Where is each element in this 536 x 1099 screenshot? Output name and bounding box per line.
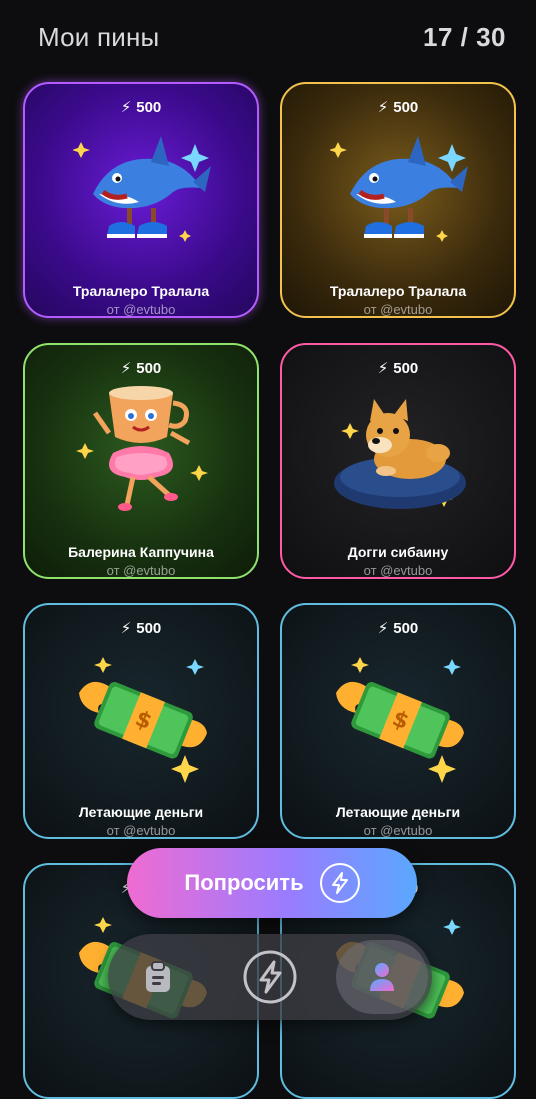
pin-author: от @evtubo bbox=[106, 563, 176, 578]
pin-name: Летающие деньги bbox=[78, 804, 204, 820]
pin-cost: ⚡500 bbox=[282, 98, 514, 116]
pin-cost-value: 500 bbox=[136, 620, 162, 637]
pin-author: от @evtubo bbox=[363, 302, 433, 317]
pin-cost: ⚡500 bbox=[25, 359, 257, 377]
nav-item-tasks[interactable] bbox=[112, 940, 204, 1014]
shark-icon bbox=[330, 136, 468, 242]
pin-name: Догги сибаину bbox=[347, 544, 449, 560]
pin-name: Тралалеро Тралала bbox=[329, 283, 467, 299]
nav-item-lightning[interactable] bbox=[224, 940, 316, 1014]
pin-card[interactable]: ⚡ 500 Догги сибаину от @evtubo bbox=[280, 343, 516, 579]
pin-card[interactable]: ⚡ 500 Тралалеро Тралала от @evtubo bbox=[280, 82, 516, 318]
pin-cost: ⚡500 bbox=[282, 619, 514, 637]
shiba-dog-icon bbox=[334, 399, 466, 509]
pin-card[interactable]: ⚡ 500 $ Летающие деньги от @evtubo bbox=[23, 603, 259, 839]
pin-cost: ⚡500 bbox=[25, 98, 257, 116]
flying-money-icon: $ bbox=[336, 657, 464, 783]
pin-name: Летающие деньги bbox=[335, 804, 461, 820]
pin-cost: ⚡500 bbox=[25, 619, 257, 637]
flying-money-icon: $ bbox=[79, 657, 207, 783]
ballerina-cup-icon bbox=[76, 386, 208, 511]
lightning-icon: ⚡ bbox=[377, 620, 389, 637]
pin-author: от @evtubo bbox=[363, 563, 433, 578]
ask-button-label: Попросить bbox=[184, 870, 304, 895]
pin-cost-value: 500 bbox=[136, 99, 162, 116]
pin-cost-value: 500 bbox=[393, 360, 419, 377]
lightning-icon: ⚡ bbox=[377, 360, 389, 377]
shark-icon bbox=[73, 136, 211, 242]
pin-cost-value: 500 bbox=[393, 620, 419, 637]
clipboard-icon bbox=[146, 961, 170, 992]
pin-author: от @evtubo bbox=[363, 823, 433, 838]
user-icon bbox=[370, 963, 394, 991]
pin-cost-value: 500 bbox=[136, 360, 162, 377]
pin-card[interactable]: ⚡ 500 $ Летающие деньги от @evtubo bbox=[280, 603, 516, 839]
pin-name: Тралалеро Тралала bbox=[72, 283, 210, 299]
lightning-icon: ⚡ bbox=[120, 620, 132, 637]
nav-item-profile[interactable] bbox=[336, 940, 428, 1014]
lightning-icon bbox=[319, 863, 360, 903]
bottom-nav bbox=[108, 934, 432, 1020]
pin-name: Балерина Каппучина bbox=[68, 544, 214, 560]
lightning-icon: ⚡ bbox=[377, 99, 389, 116]
pin-cost: ⚡500 bbox=[282, 359, 514, 377]
lightning-icon: ⚡ bbox=[120, 360, 132, 377]
pin-cost-value: 500 bbox=[393, 99, 419, 116]
pin-card[interactable]: ⚡ 500 Тралалеро Тралала от @evtubo bbox=[23, 82, 259, 318]
pin-author: от @evtubo bbox=[106, 823, 176, 838]
lightning-icon: ⚡ bbox=[120, 99, 132, 116]
ask-button[interactable]: Попросить bbox=[127, 848, 417, 918]
pin-author: от @evtubo bbox=[106, 302, 176, 317]
lightning-icon bbox=[243, 950, 297, 1004]
pin-card[interactable]: ⚡ 500 Балерина Каппучина от @evtubo bbox=[23, 343, 259, 579]
